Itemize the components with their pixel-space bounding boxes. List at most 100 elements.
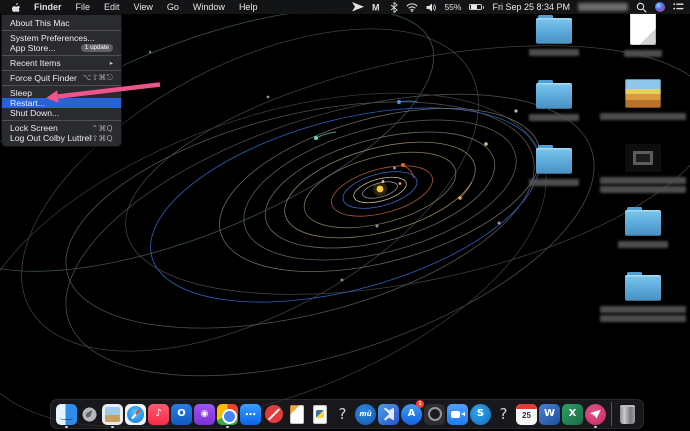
icon-label-blurred xyxy=(529,49,579,56)
menu-edit[interactable]: Edit xyxy=(97,2,127,12)
trash-icon xyxy=(620,405,635,424)
preview-icon xyxy=(102,404,123,425)
blurred-text-bar xyxy=(618,241,668,248)
menu-finder[interactable]: Finder xyxy=(27,2,69,12)
menu-item-about-this-mac[interactable]: About This Mac xyxy=(2,18,121,28)
finder-dock-icon[interactable] xyxy=(55,400,78,428)
desktop-icon-folder[interactable] xyxy=(610,272,676,337)
folder-icon xyxy=(625,210,661,236)
menu-shortcut: ⌃⌘Q xyxy=(92,124,113,133)
desktop-icon-document[interactable] xyxy=(610,12,676,77)
desktop-icon-dark[interactable] xyxy=(610,142,676,207)
menu-item-label: Recent Items xyxy=(10,58,110,68)
menu-item-restart[interactable]: Restart... xyxy=(2,98,121,108)
launchpad-dock-icon[interactable] xyxy=(78,400,101,428)
search-icon[interactable] xyxy=(636,2,647,13)
desktop-icon-folder[interactable] xyxy=(610,207,676,272)
app-store-dock-icon[interactable]: 1A xyxy=(400,400,423,428)
menu-item-label: About This Mac xyxy=(10,18,113,28)
dock-separator xyxy=(611,402,612,426)
menu-item-log-out-colby-luttrell[interactable]: Log Out Colby Luttrell...⇧⌘Q xyxy=(2,133,121,143)
menu-item-label: App Store... xyxy=(10,43,81,53)
messages-icon: ⋯ xyxy=(240,404,261,425)
blurred-text-bar xyxy=(529,114,579,121)
preview-dock-icon[interactable] xyxy=(101,400,124,428)
code-app-dock-icon[interactable] xyxy=(377,400,400,428)
volume-icon[interactable] xyxy=(426,3,436,12)
python-file-dock-icon[interactable] xyxy=(308,400,331,428)
word-dock-icon[interactable]: W xyxy=(538,400,561,428)
desktop-icon-folder[interactable] xyxy=(524,15,584,80)
desktop-icons-column-b xyxy=(610,12,676,337)
bluetooth-icon[interactable] xyxy=(390,2,398,13)
battery-icon[interactable] xyxy=(469,4,484,11)
skype-icon: S xyxy=(470,404,491,425)
blocked-app-dock-icon[interactable] xyxy=(262,400,285,428)
m-app-icon[interactable]: M xyxy=(372,2,382,12)
menu-file[interactable]: File xyxy=(69,2,98,12)
desktop-icon-folder[interactable] xyxy=(524,145,584,210)
menu-bar-right: M 55% Fri Sep 25 8:34 PM xyxy=(352,2,684,13)
desktop-icon-folder[interactable] xyxy=(524,80,584,145)
zoom-icon xyxy=(447,404,468,425)
document-app-dock-icon[interactable] xyxy=(285,400,308,428)
menu-bar-clock[interactable]: Fri Sep 25 8:34 PM xyxy=(492,2,570,12)
menu-item-app-store[interactable]: App Store...1 update xyxy=(2,43,121,53)
menu-help[interactable]: Help xyxy=(232,2,265,12)
username-blurred[interactable] xyxy=(578,3,628,11)
menu-separator xyxy=(2,30,121,31)
icon-label-blurred xyxy=(618,241,668,248)
python-file-icon xyxy=(309,404,330,425)
desktop-icon-image[interactable] xyxy=(610,77,676,142)
folder-icon xyxy=(536,18,572,44)
icon-label-blurred xyxy=(600,306,686,322)
menu-view[interactable]: View xyxy=(127,2,160,12)
menu-go[interactable]: Go xyxy=(160,2,186,12)
menu-item-force-quit-finder[interactable]: Force Quit Finder⌥⇧⌘⎋ xyxy=(2,73,121,83)
menu-item-shut-down[interactable]: Shut Down... xyxy=(2,108,121,118)
music-dock-icon[interactable]: ♪ xyxy=(147,400,170,428)
missing-app-2-dock-icon[interactable]: ? xyxy=(492,400,515,428)
safari-dock-icon[interactable] xyxy=(124,400,147,428)
podcasts-icon: ◉ xyxy=(194,404,215,425)
dial-app-dock-icon[interactable] xyxy=(423,400,446,428)
messages-dock-icon[interactable]: ⋯ xyxy=(239,400,262,428)
skype-dock-icon[interactable]: S xyxy=(469,400,492,428)
menu-item-sleep[interactable]: Sleep xyxy=(2,88,121,98)
excel-dock-icon[interactable]: X xyxy=(561,400,584,428)
podcasts-dock-icon[interactable]: ◉ xyxy=(193,400,216,428)
zoom-dock-icon[interactable] xyxy=(446,400,469,428)
dark-icon xyxy=(625,144,661,172)
calendar-dock-icon[interactable]: 25 xyxy=(515,400,538,428)
send-app-dock-icon[interactable] xyxy=(584,400,607,428)
missing-app-1-dock-icon[interactable]: ? xyxy=(331,400,354,428)
missing-app-2-glyph: ? xyxy=(500,407,508,422)
document-icon xyxy=(630,12,656,45)
code-app-icon xyxy=(378,404,399,425)
folder-icon xyxy=(536,148,572,174)
submenu-arrow-icon: ▸ xyxy=(110,59,113,67)
menu-bar: FinderFileEditViewGoWindowHelp M 55% Fri… xyxy=(0,0,690,14)
menu-window[interactable]: Window xyxy=(186,2,232,12)
apple-menu-button[interactable] xyxy=(6,2,27,13)
send-icon[interactable] xyxy=(352,2,364,12)
musescore-icon: mû xyxy=(355,404,376,425)
blocked-app-icon xyxy=(263,404,284,425)
chrome-dock-icon[interactable] xyxy=(216,400,239,428)
outlook-dock-icon[interactable]: O xyxy=(170,400,193,428)
outlook-icon: O xyxy=(171,404,192,425)
menu-item-system-preferences[interactable]: System Preferences... xyxy=(2,33,121,43)
menu-item-recent-items[interactable]: Recent Items▸ xyxy=(2,58,121,68)
app-store-glyph: A xyxy=(408,409,416,419)
menu-bar-left: FinderFileEditViewGoWindowHelp xyxy=(27,0,264,14)
trash-dock-icon[interactable] xyxy=(616,400,639,428)
missing-app-1-glyph: ? xyxy=(339,407,347,422)
siri-icon[interactable] xyxy=(655,2,665,12)
music-glyph: ♪ xyxy=(155,409,161,419)
calendar-glyph: 25 xyxy=(522,412,531,420)
notification-center-icon[interactable] xyxy=(673,2,684,12)
menu-item-lock-screen[interactable]: Lock Screen⌃⌘Q xyxy=(2,123,121,133)
musescore-dock-icon[interactable]: mû xyxy=(354,400,377,428)
wifi-icon[interactable] xyxy=(406,3,418,12)
missing-app-2-icon: ? xyxy=(493,404,514,425)
